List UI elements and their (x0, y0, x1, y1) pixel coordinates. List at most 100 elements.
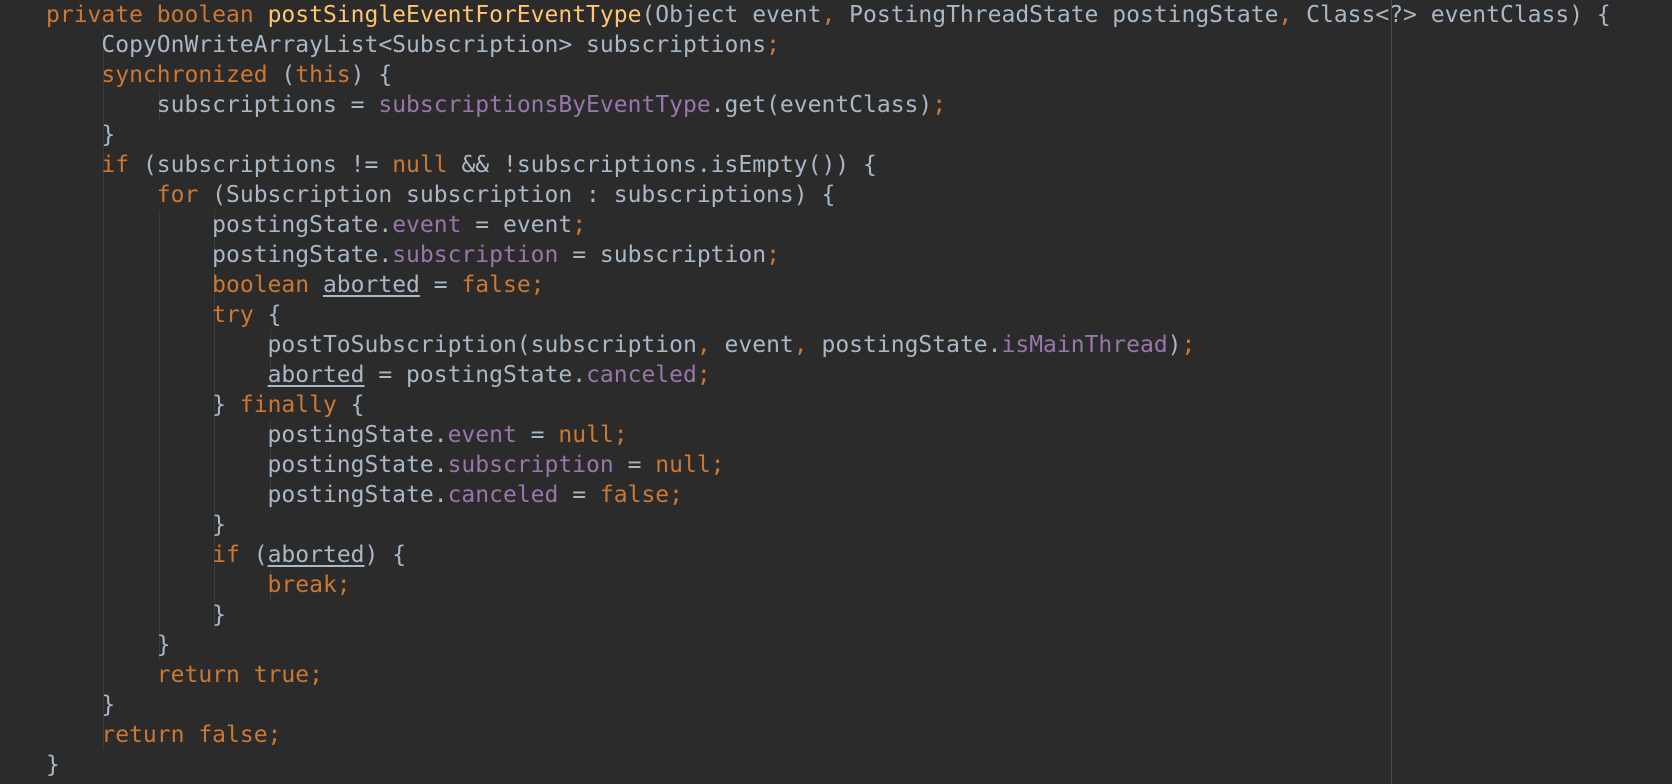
method-name-token: postSingleEventForEventType (267, 2, 642, 28)
keyword-token: private boolean (46, 2, 268, 28)
code-line[interactable]: CopyOnWriteArrayList<Subscription> subsc… (46, 30, 1611, 60)
code-token: } (46, 392, 240, 418)
code-token: = (419, 272, 462, 298)
code-token: (Object event (641, 2, 822, 28)
code-token: postToSubscription(subscription (46, 332, 697, 358)
code-token: = (613, 452, 656, 478)
field-token: event (447, 422, 517, 448)
keyword-token: false; (461, 272, 545, 298)
code-line[interactable]: postingState.event = null; (46, 420, 1611, 450)
code-token: ) { (350, 62, 393, 88)
code-line[interactable]: break; (46, 570, 1611, 600)
keyword-token: ; (572, 212, 587, 238)
keyword-token: return true; (46, 662, 323, 688)
code-line[interactable]: if (subscriptions != null && !subscripti… (46, 150, 1611, 180)
code-line[interactable]: subscriptions = subscriptionsByEventType… (46, 90, 1611, 120)
code-line[interactable]: if (aborted) { (46, 540, 1611, 570)
code-token: postingState. (46, 242, 393, 268)
keyword-token: , (1278, 2, 1307, 28)
code-token: ) (1167, 332, 1182, 358)
code-line[interactable]: postingState.canceled = false; (46, 480, 1611, 510)
keyword-token: , (793, 332, 822, 358)
code-line[interactable]: postingState.subscription = null; (46, 450, 1611, 480)
keyword-token: ; (932, 92, 947, 118)
code-line[interactable]: } finally { (46, 390, 1611, 420)
field-token: isMainThread (1001, 332, 1168, 358)
code-line[interactable]: } (46, 120, 1611, 150)
code-line[interactable]: } (46, 510, 1611, 540)
keyword-token: ; (766, 32, 780, 58)
field-token: canceled (586, 362, 697, 388)
keyword-token: ; (696, 362, 711, 388)
code-token: .get(eventClass) (710, 92, 933, 118)
code-token: = (516, 422, 559, 448)
keyword-token: boolean (46, 272, 323, 298)
code-token: = (558, 482, 600, 508)
keyword-token: , (821, 2, 850, 28)
code-line[interactable]: synchronized (this) { (46, 60, 1611, 90)
code-line[interactable]: postingState.subscription = subscription… (46, 240, 1611, 270)
keyword-token: return false; (46, 722, 282, 748)
code-line[interactable]: return false; (46, 720, 1611, 750)
field-token: canceled (447, 482, 559, 508)
code-line[interactable]: aborted = postingState.canceled; (46, 360, 1611, 390)
keyword-token: null (392, 152, 462, 178)
code-token: } (46, 752, 60, 778)
field-token: event (392, 212, 462, 238)
code-token: CopyOnWriteArrayList<Subscription> subsc… (46, 32, 767, 58)
keyword-token: if (46, 542, 254, 568)
keyword-token: finally (239, 392, 351, 418)
code-token: ( (253, 542, 268, 568)
code-token: (Subscription subscription : subscriptio… (212, 182, 836, 208)
local-variable-token: aborted (322, 272, 420, 298)
code-token: } (46, 122, 116, 148)
code-token: } (46, 602, 227, 628)
code-token: ) { (364, 542, 407, 568)
code-line[interactable]: } (46, 600, 1611, 630)
code-line[interactable]: postingState.event = event; (46, 210, 1611, 240)
keyword-token: false; (599, 482, 683, 508)
keyword-token: ; (1181, 332, 1196, 358)
code-token: (subscriptions != (142, 152, 393, 178)
code-line[interactable]: return true; (46, 660, 1611, 690)
keyword-token: ; (766, 242, 780, 268)
keyword-token: if (46, 152, 143, 178)
code-token: subscriptions = (46, 92, 379, 118)
local-variable-token: aborted (267, 362, 365, 388)
keyword-token: null; (655, 452, 725, 478)
code-token: } (46, 512, 227, 538)
code-line[interactable]: private boolean postSingleEventForEventT… (46, 0, 1611, 30)
keyword-token: try (46, 302, 268, 328)
code-token: && !subscriptions.isEmpty()) { (461, 152, 877, 178)
field-token: subscription (447, 452, 614, 478)
code-token: = subscription (558, 242, 767, 268)
code-token: postingState. (46, 482, 448, 508)
code-line[interactable]: } (46, 750, 1611, 780)
code-token: postingState. (46, 452, 448, 478)
code-line[interactable]: } (46, 630, 1611, 660)
code-line[interactable]: try { (46, 300, 1611, 330)
keyword-token: null; (558, 422, 628, 448)
field-token: subscription (392, 242, 559, 268)
code-token: { (267, 302, 282, 328)
code-area[interactable]: private boolean postSingleEventForEventT… (46, 0, 1611, 780)
code-token: event (724, 332, 794, 358)
code-line[interactable]: } (46, 690, 1611, 720)
code-token: postingState. (46, 422, 448, 448)
code-token: } (46, 692, 116, 718)
code-line[interactable]: postToSubscription(subscription, event, … (46, 330, 1611, 360)
code-token: PostingThreadState postingState (849, 2, 1279, 28)
keyword-token: break; (46, 572, 351, 598)
code-editor[interactable]: private boolean postSingleEventForEventT… (0, 0, 1672, 784)
code-token: ( (281, 62, 296, 88)
code-token: postingState. (46, 212, 393, 238)
code-token: postingState. (821, 332, 1002, 358)
code-token: Class<?> eventClass) { (1306, 2, 1611, 28)
code-token: { (350, 392, 365, 418)
code-token: } (46, 632, 171, 658)
code-line[interactable]: for (Subscription subscription : subscri… (46, 180, 1611, 210)
code-token: = postingState. (364, 362, 587, 388)
code-line[interactable]: boolean aborted = false; (46, 270, 1611, 300)
keyword-token: synchronized (46, 62, 282, 88)
